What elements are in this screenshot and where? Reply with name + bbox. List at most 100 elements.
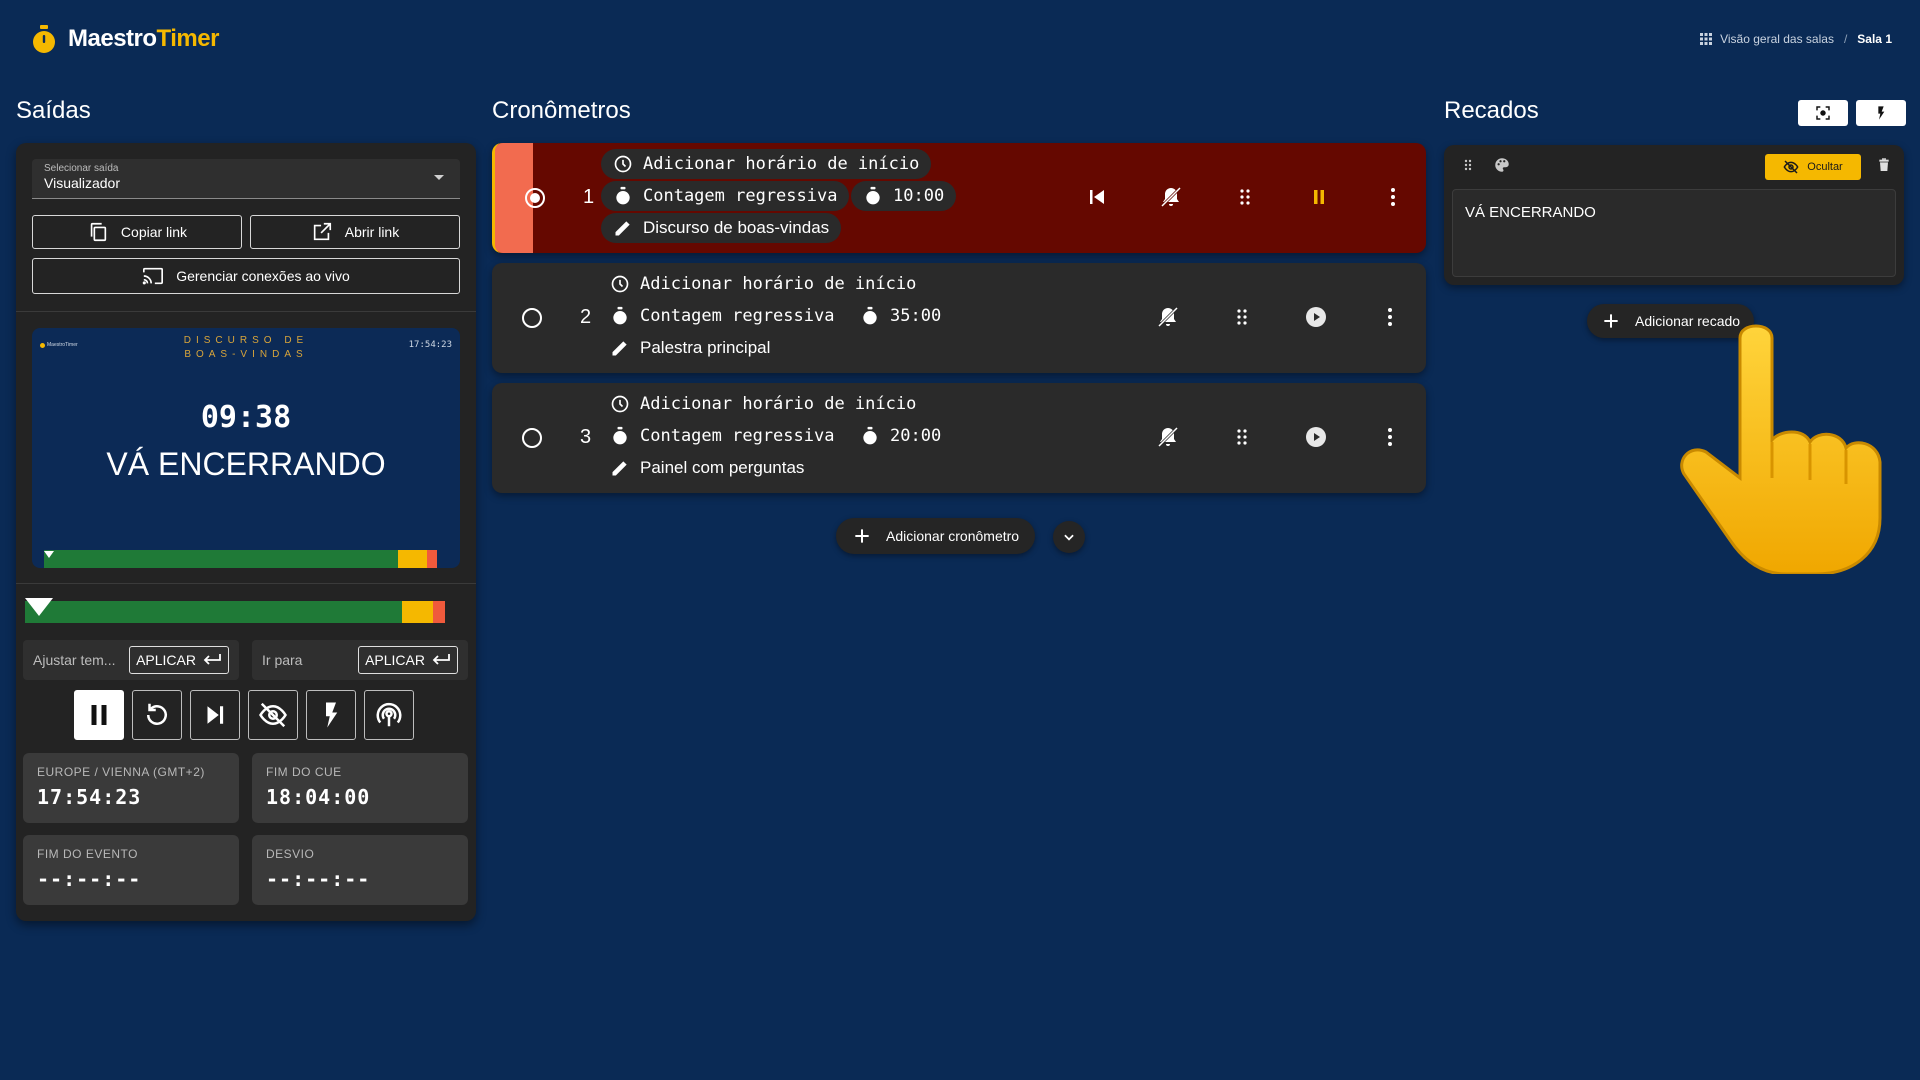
next-button[interactable]	[190, 690, 240, 740]
add-start-time-chip[interactable]: Adicionar horário de início	[598, 269, 928, 299]
plus-icon	[1604, 314, 1618, 328]
focus-icon	[1816, 106, 1830, 120]
focus-view-button[interactable]	[1798, 100, 1848, 126]
drag-handle[interactable]	[1226, 301, 1258, 333]
flash-messages-button[interactable]	[1856, 100, 1906, 126]
cast-icon	[142, 267, 164, 285]
bell-off-icon	[1160, 186, 1182, 208]
eye-off-icon	[1783, 160, 1799, 174]
timer-name-chip[interactable]: Discurso de boas-vindas	[601, 213, 842, 243]
add-timer-button[interactable]: Adicionar cronômetro	[836, 518, 1036, 554]
timer-row[interactable]: 3 Adicionar horário de início Contagem r…	[492, 383, 1426, 493]
timer-name-chip[interactable]: Palestra principal	[598, 333, 782, 363]
flash-icon	[326, 702, 338, 728]
event-end-label: FIM DO EVENTO	[37, 847, 138, 861]
more-vert-icon	[1388, 308, 1392, 326]
timer-type-chip[interactable]: Contagem regressiva	[601, 181, 850, 211]
eye-off-icon	[259, 702, 287, 728]
broadcast-icon	[376, 703, 402, 727]
trash-icon	[1879, 158, 1889, 171]
timezone-label: EUROPE / VIENNA (GMT+2)	[37, 765, 205, 779]
add-timer-options-button[interactable]	[1053, 521, 1085, 553]
timer-number: 2	[580, 306, 592, 328]
message-text-field[interactable]: VÁ ENCERRANDO	[1452, 189, 1896, 277]
restart-button[interactable]	[132, 690, 182, 740]
timer-row[interactable]: 1 Adicionar horário de início Contagem r…	[492, 143, 1426, 253]
broadcast-button[interactable]	[364, 690, 414, 740]
copy-link-button[interactable]: Copiar link	[32, 215, 242, 249]
cue-end-tile: FIM DO CUE 18:04:00	[252, 753, 468, 823]
timer-type-chip[interactable]: Contagem regressiva	[598, 421, 846, 451]
open-link-label: Abrir link	[344, 224, 400, 240]
timer-select-radio[interactable]	[522, 308, 542, 328]
adjust-time-field[interactable]: Ajustar tem... APLICAR	[23, 640, 239, 680]
alert-toggle-button[interactable]	[1155, 181, 1187, 213]
more-options-button[interactable]	[1374, 421, 1406, 453]
alert-toggle-button[interactable]	[1152, 421, 1184, 453]
timer-name-chip[interactable]: Painel com perguntas	[598, 453, 816, 483]
duration-chip[interactable]: 10:00	[851, 181, 957, 211]
blackout-button[interactable]	[248, 690, 298, 740]
deviation-value: --:--:--	[266, 867, 371, 891]
flash-button[interactable]	[306, 690, 356, 740]
start-timer-button[interactable]	[1300, 421, 1332, 453]
timer-select-radio[interactable]	[525, 188, 545, 208]
preview-logo: MaestroTimer	[40, 342, 78, 348]
play-circle-icon	[1306, 307, 1326, 327]
goto-time-field[interactable]: Ir para APLICAR	[252, 640, 468, 680]
color-picker-button[interactable]	[1492, 155, 1512, 175]
drag-handle[interactable]	[1226, 421, 1258, 453]
add-start-time-chip[interactable]: Adicionar horário de início	[598, 389, 928, 419]
output-select-label: Selecionar saída	[44, 163, 119, 174]
event-end-tile: FIM DO EVENTO --:--:--	[23, 835, 239, 905]
drag-handle-icon	[1240, 189, 1250, 205]
app-logo[interactable]: MaestroTimer	[30, 24, 219, 54]
delete-message-button[interactable]	[1874, 155, 1894, 175]
more-options-button[interactable]	[1377, 181, 1409, 213]
start-timer-button[interactable]	[1300, 301, 1332, 333]
goto-apply-label: APLICAR	[365, 652, 425, 668]
adjust-apply-button[interactable]: APLICAR	[129, 646, 229, 674]
pause-button[interactable]	[74, 690, 124, 740]
breadcrumb-overview-link[interactable]: Visão geral das salas	[1720, 32, 1834, 46]
drag-handle-icon	[1237, 429, 1247, 445]
manage-connections-button[interactable]: Gerenciar conexões ao vivo	[32, 258, 460, 294]
progress-bar[interactable]	[25, 601, 469, 623]
goto-placeholder: Ir para	[262, 652, 303, 668]
stopwatch-icon	[866, 186, 880, 205]
output-select[interactable]: Selecionar saída Visualizador	[32, 159, 460, 199]
chevron-down-icon	[434, 175, 444, 180]
stopwatch-logo-icon	[33, 25, 55, 53]
add-start-time-chip[interactable]: Adicionar horário de início	[601, 149, 932, 179]
timer-select-radio[interactable]	[522, 428, 542, 448]
pause-timer-button[interactable]	[1303, 181, 1335, 213]
more-options-button[interactable]	[1374, 301, 1406, 333]
bell-off-icon	[1157, 306, 1179, 328]
drag-handle-icon	[1237, 309, 1247, 325]
divider	[16, 583, 476, 584]
drag-handle[interactable]	[1229, 181, 1261, 213]
play-circle-icon	[1306, 427, 1326, 447]
drag-handle[interactable]	[1458, 155, 1478, 175]
duration-chip[interactable]: 20:00	[848, 421, 953, 451]
cue-end-label: FIM DO CUE	[266, 765, 342, 779]
alert-toggle-button[interactable]	[1152, 301, 1184, 333]
stopwatch-icon	[863, 306, 877, 325]
copy-link-label: Copiar link	[120, 224, 188, 240]
event-end-value: --:--:--	[37, 867, 142, 891]
hide-message-button[interactable]: Ocultar	[1765, 154, 1861, 180]
goto-apply-button[interactable]: APLICAR	[358, 646, 458, 674]
reset-timer-button[interactable]	[1081, 181, 1113, 213]
manage-connections-label: Gerenciar conexões ao vivo	[176, 268, 350, 284]
timer-row[interactable]: 2 Adicionar horário de início Contagem r…	[492, 263, 1426, 373]
open-link-button[interactable]: Abrir link	[250, 215, 460, 249]
progress-marker[interactable]	[25, 598, 53, 616]
preview-timer: 09:38	[200, 400, 292, 435]
skip-previous-icon	[1090, 190, 1104, 204]
timer-type-chip[interactable]: Contagem regressiva	[598, 301, 846, 331]
stopwatch-icon	[616, 186, 630, 205]
duration-chip[interactable]: 35:00	[848, 301, 953, 331]
outputs-panel: Selecionar saída Visualizador Copiar lin…	[16, 143, 476, 921]
stopwatch-icon	[613, 426, 627, 445]
pause-icon	[1314, 190, 1324, 204]
